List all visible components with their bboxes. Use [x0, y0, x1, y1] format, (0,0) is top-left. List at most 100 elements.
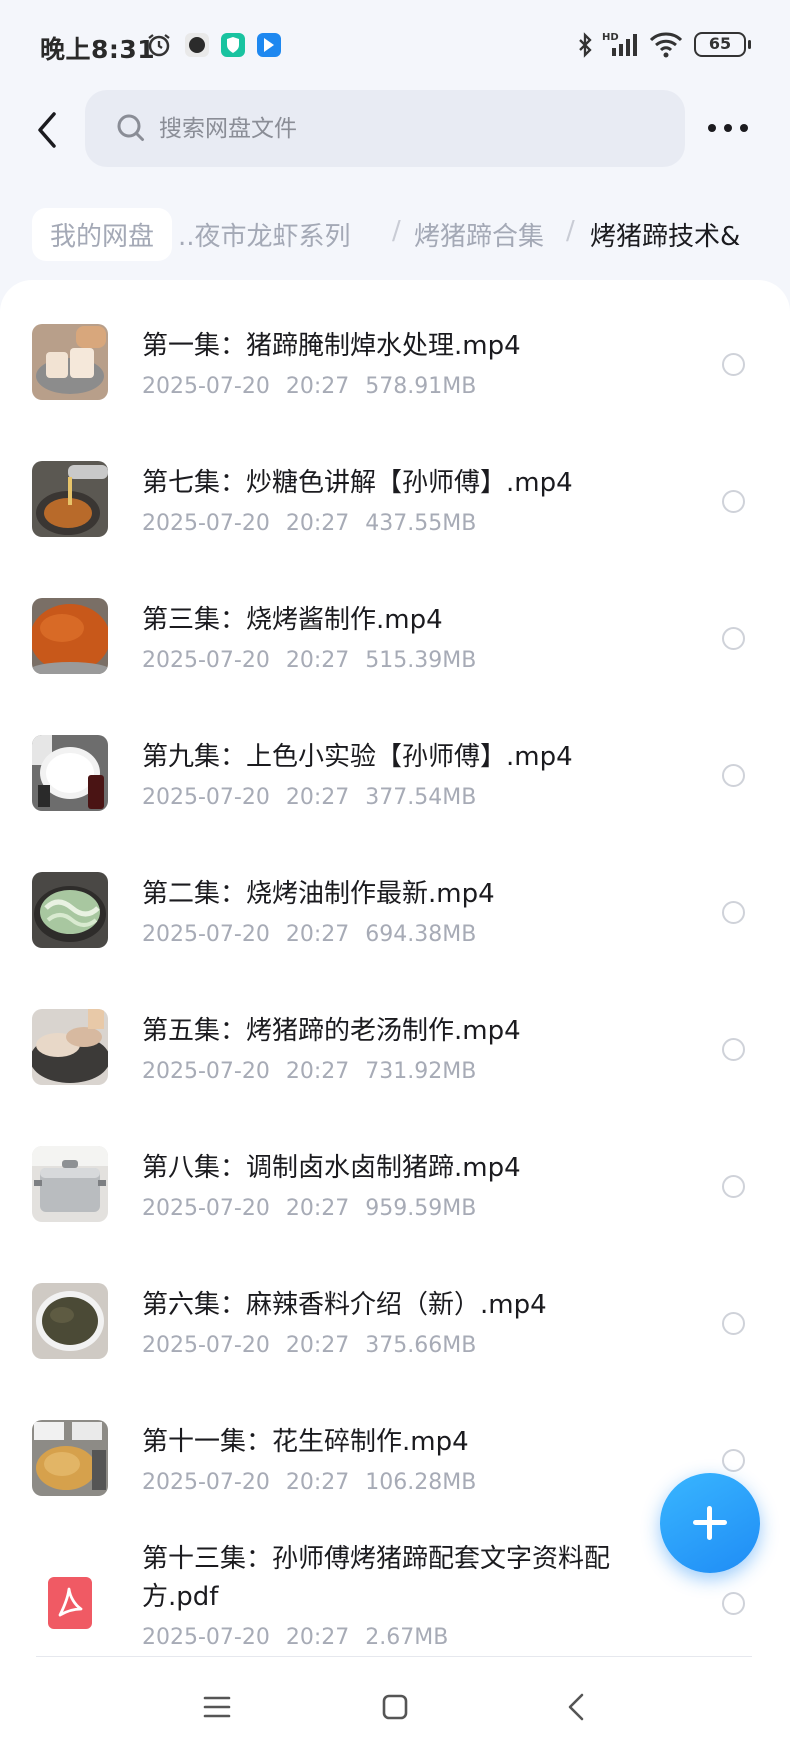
home-square-icon[interactable]: [378, 1690, 412, 1724]
file-name: 第一集：猪蹄腌制焯水处理.mp4: [142, 331, 521, 361]
system-nav-bar: [0, 1656, 790, 1756]
video-thumbnail: [32, 1283, 108, 1359]
breadcrumb-item[interactable]: 烤猪蹄合集: [414, 216, 544, 253]
select-radio[interactable]: [722, 627, 745, 650]
more-dots-icon[interactable]: [706, 118, 750, 138]
list-item[interactable]: 第五集：烤猪蹄的老汤制作.mp4 2025-07-20 20:27 731.92MB: [0, 965, 790, 1102]
file-name: 第五集：烤猪蹄的老汤制作.mp4: [142, 1016, 521, 1046]
select-radio[interactable]: [722, 1449, 745, 1472]
file-name: 第十三集：孙师傅烤猪蹄配套文字资料配: [142, 1544, 611, 1574]
status-time: 晚上8:31: [40, 35, 156, 64]
breadcrumb-separator: /: [566, 216, 575, 246]
list-item[interactable]: 第九集：上色小实验【孙师傅】.mp4 2025-07-20 20:27 377.54…: [0, 691, 790, 828]
breadcrumb-item[interactable]: ..夜市龙虾系列: [178, 216, 351, 253]
file-name: 第三集：烧烤酱制作.mp4: [142, 605, 443, 635]
file-time: 20:27: [285, 1333, 350, 1358]
file-meta: 2025-07-20 20:27 377.54MB: [142, 785, 492, 810]
list-item[interactable]: 第七集：炒糖色讲解【孙师傅】.mp4 2025-07-20 20:27 437.55…: [0, 417, 790, 554]
breadcrumb-home[interactable]: 我的网盘: [32, 208, 173, 261]
file-date: 2025-07-20: [142, 922, 270, 947]
select-radio[interactable]: [722, 1592, 745, 1615]
file-time: 20:27: [285, 1625, 350, 1650]
hd-signal-icon: HD: [602, 32, 637, 56]
file-date: 2025-07-20: [142, 1625, 270, 1650]
select-radio[interactable]: [722, 490, 745, 513]
video-thumbnail: [32, 735, 108, 811]
file-size: 694.38MB: [365, 922, 477, 947]
file-meta: 2025-07-20 20:27 694.38MB: [142, 922, 492, 947]
bluetooth-icon: [579, 32, 592, 58]
file-date: 2025-07-20: [142, 374, 270, 399]
video-thumbnail: [32, 1009, 108, 1085]
back-arrow-icon[interactable]: [28, 108, 68, 152]
file-size: 106.28MB: [365, 1470, 477, 1495]
file-size: 2.67MB: [365, 1625, 449, 1650]
messenger-app-icon: [257, 33, 281, 57]
select-radio[interactable]: [722, 764, 745, 787]
file-list: 第一集：猪蹄腌制焯水处理.mp4 2025-07-20 20:27 578.91MB…: [0, 280, 790, 1656]
file-time: 20:27: [285, 374, 350, 399]
wifi-icon: [649, 32, 683, 58]
file-size: 515.39MB: [365, 648, 477, 673]
file-time: 20:27: [285, 1470, 350, 1495]
select-radio[interactable]: [722, 1312, 745, 1335]
video-thumbnail: [32, 598, 108, 674]
file-date: 2025-07-20: [142, 1470, 270, 1495]
file-meta: 2025-07-20 20:27 2.67MB: [142, 1625, 464, 1650]
file-size: 959.59MB: [365, 1196, 477, 1221]
file-meta: 2025-07-20 20:27 959.59MB: [142, 1196, 492, 1221]
file-meta: 2025-07-20 20:27 578.91MB: [142, 374, 492, 399]
file-date: 2025-07-20: [142, 785, 270, 810]
file-size: 578.91MB: [365, 374, 477, 399]
select-radio[interactable]: [722, 353, 745, 376]
file-meta: 2025-07-20 20:27 437.55MB: [142, 511, 492, 536]
file-meta: 2025-07-20 20:27 731.92MB: [142, 1059, 492, 1084]
list-item[interactable]: 第二集：烧烤油制作最新.mp4 2025-07-20 20:27 694.38MB: [0, 828, 790, 965]
file-time: 20:27: [285, 1059, 350, 1084]
file-size: 377.54MB: [365, 785, 477, 810]
file-date: 2025-07-20: [142, 1196, 270, 1221]
back-triangle-icon[interactable]: [560, 1690, 594, 1724]
file-name: 第九集：上色小实验【孙师傅】.mp4: [142, 742, 573, 772]
file-time: 20:27: [285, 511, 350, 536]
video-thumbnail: [32, 461, 108, 537]
file-size: 375.66MB: [365, 1333, 477, 1358]
file-name: 第十一集：花生碎制作.mp4: [142, 1427, 469, 1457]
battery-icon: 65: [694, 32, 751, 57]
shield-app-icon: [221, 33, 245, 57]
file-date: 2025-07-20: [142, 1333, 270, 1358]
breadcrumb: 我的网盘 ..夜市龙虾系列 / 烤猪蹄合集 / 烤猪蹄技术&: [0, 200, 790, 266]
file-meta: 2025-07-20 20:27 515.39MB: [142, 648, 492, 673]
file-name: 第六集：麻辣香料介绍（新）.mp4: [142, 1290, 547, 1320]
list-item[interactable]: 第八集：调制卤水卤制猪蹄.mp4 2025-07-20 20:27 959.59MB: [0, 1102, 790, 1239]
video-thumbnail: [32, 1146, 108, 1222]
search-icon: [117, 114, 144, 141]
video-thumbnail: [32, 872, 108, 948]
select-radio[interactable]: [722, 901, 745, 924]
search-bar[interactable]: [85, 90, 685, 167]
file-time: 20:27: [285, 922, 350, 947]
video-thumbnail: [32, 324, 108, 400]
file-name-continued: 方.pdf: [142, 1582, 219, 1612]
file-time: 20:27: [285, 648, 350, 673]
svg-text:HD: HD: [602, 32, 619, 43]
search-input[interactable]: [159, 90, 659, 167]
list-item[interactable]: 第六集：麻辣香料介绍（新）.mp4 2025-07-20 20:27 375.66M…: [0, 1239, 790, 1376]
file-date: 2025-07-20: [142, 648, 270, 673]
pdf-icon: [48, 1577, 92, 1629]
app-icon: [185, 33, 209, 57]
menu-icon[interactable]: [200, 1690, 234, 1724]
breadcrumb-separator: /: [392, 216, 401, 246]
list-item[interactable]: 第一集：猪蹄腌制焯水处理.mp4 2025-07-20 20:27 578.91MB: [0, 280, 790, 417]
file-date: 2025-07-20: [142, 1059, 270, 1084]
select-radio[interactable]: [722, 1038, 745, 1061]
breadcrumb-current: 烤猪蹄技术&: [590, 222, 741, 252]
file-time: 20:27: [285, 785, 350, 810]
select-radio[interactable]: [722, 1175, 745, 1198]
list-item[interactable]: 第三集：烧烤酱制作.mp4 2025-07-20 20:27 515.39MB: [0, 554, 790, 691]
file-date: 2025-07-20: [142, 511, 270, 536]
file-size: 437.55MB: [365, 511, 477, 536]
file-name: 第二集：烧烤油制作最新.mp4: [142, 879, 495, 909]
file-name: 第八集：调制卤水卤制猪蹄.mp4: [142, 1153, 521, 1183]
add-fab-button[interactable]: [660, 1473, 760, 1573]
